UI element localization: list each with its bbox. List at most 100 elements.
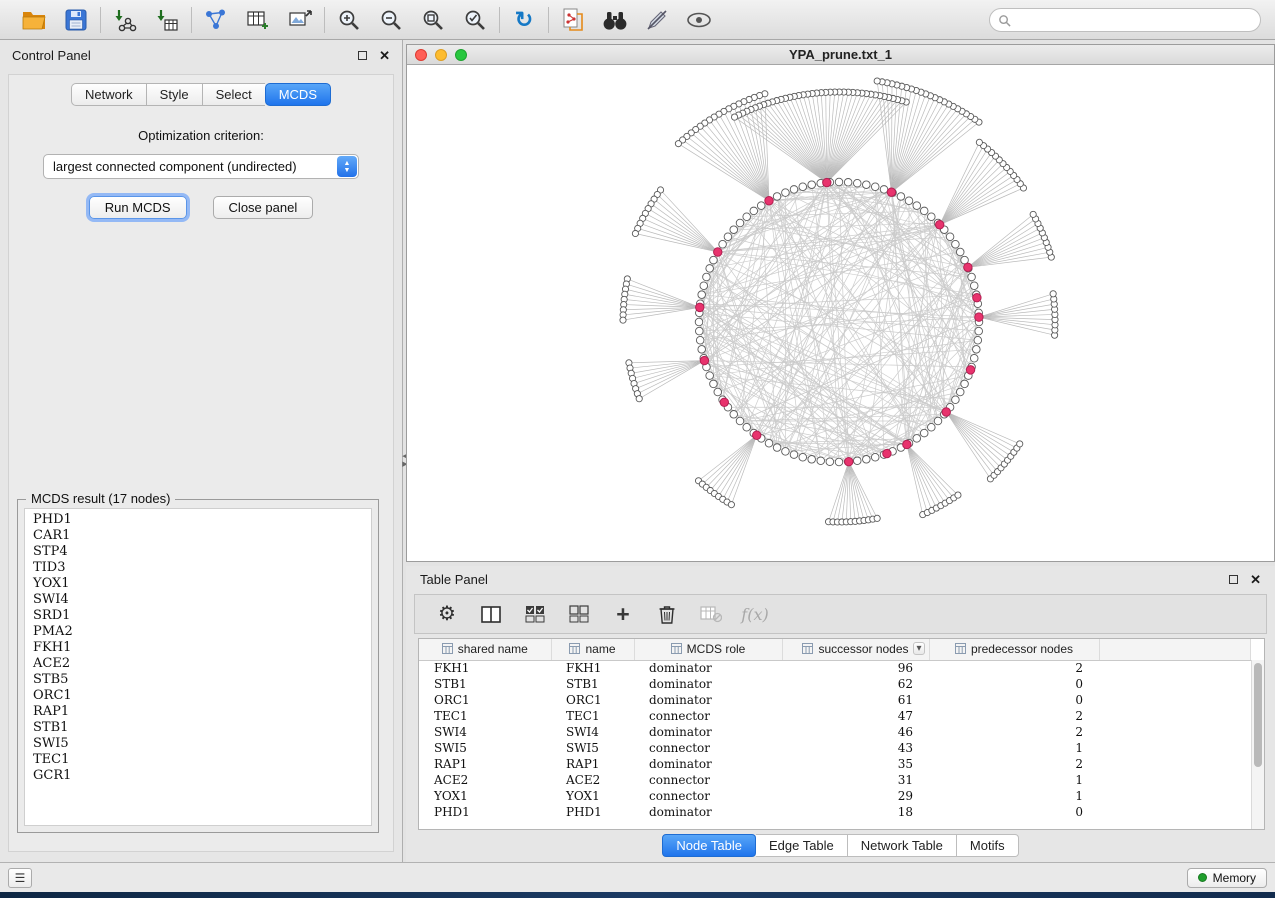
save-session-icon[interactable] bbox=[62, 6, 90, 34]
tab-select[interactable]: Select bbox=[202, 83, 265, 106]
zoom-in-icon[interactable] bbox=[335, 6, 363, 34]
table-row[interactable]: PHD1PHD1dominator180 bbox=[419, 804, 1251, 820]
right-region: ◀▶ YPA_prune.txt_1 Table Panel ✕ ⚙ bbox=[406, 40, 1275, 862]
mcds-result-item[interactable]: CAR1 bbox=[33, 528, 371, 544]
mcds-result-item[interactable]: YOX1 bbox=[33, 576, 371, 592]
scrollbar-thumb[interactable] bbox=[1254, 663, 1262, 767]
table-toolbar: ⚙ + f(x) bbox=[414, 594, 1267, 634]
status-menu-icon[interactable]: ☰ bbox=[8, 868, 32, 888]
annotation-pencil-icon[interactable] bbox=[643, 6, 671, 34]
mcds-result-item[interactable]: STB5 bbox=[33, 672, 371, 688]
column-header-name[interactable]: name bbox=[551, 639, 634, 660]
tab-motifs[interactable]: Motifs bbox=[957, 834, 1019, 857]
mcds-tab-content: NetworkStyleSelectMCDS Optimization crit… bbox=[8, 74, 394, 852]
table-row[interactable]: SWI5SWI5connector431 bbox=[419, 740, 1251, 756]
memory-label: Memory bbox=[1213, 871, 1256, 885]
table-row[interactable]: FKH1FKH1dominator962 bbox=[419, 660, 1251, 676]
mcds-result-item[interactable]: RAP1 bbox=[33, 704, 371, 720]
mcds-result-item[interactable]: GCR1 bbox=[33, 768, 371, 784]
mcds-result-item[interactable]: TEC1 bbox=[33, 752, 371, 768]
float-table-panel-icon[interactable] bbox=[1229, 575, 1238, 584]
zoom-selected-icon[interactable] bbox=[461, 6, 489, 34]
network-window-titlebar[interactable]: YPA_prune.txt_1 bbox=[407, 45, 1274, 65]
close-panel-icon[interactable]: ✕ bbox=[379, 49, 390, 62]
desktop-background bbox=[0, 892, 1275, 898]
network-window-title: YPA_prune.txt_1 bbox=[407, 47, 1274, 62]
network-canvas[interactable] bbox=[407, 65, 1274, 561]
column-header-successor-nodes[interactable]: successor nodes▾ bbox=[782, 639, 929, 660]
toolbar-search bbox=[989, 8, 1261, 32]
mcds-result-list[interactable]: PHD1CAR1STP4TID3YOX1SWI4SRD1PMA2FKH1ACE2… bbox=[24, 508, 372, 826]
delete-table-icon-disabled bbox=[699, 602, 723, 626]
criterion-dropdown-value: largest connected component (undirected) bbox=[53, 159, 297, 174]
table-row[interactable]: TEC1TEC1connector472 bbox=[419, 708, 1251, 724]
memory-status-dot bbox=[1198, 873, 1207, 882]
export-image-icon[interactable] bbox=[286, 6, 314, 34]
delete-column-trash-icon[interactable] bbox=[655, 602, 679, 626]
optimization-criterion-label: Optimization criterion: bbox=[9, 128, 393, 143]
cytoscape-window: ↻ Control Panel ✕ bbox=[0, 0, 1275, 898]
mcds-result-item[interactable]: FKH1 bbox=[33, 640, 371, 656]
tab-mcds[interactable]: MCDS bbox=[265, 83, 331, 106]
table-row[interactable]: SWI4SWI4dominator462 bbox=[419, 724, 1251, 740]
add-column-icon[interactable]: + bbox=[611, 602, 635, 626]
table-type-tabs: Node TableEdge TableNetwork TableMotifs bbox=[406, 834, 1275, 857]
tab-edge-table[interactable]: Edge Table bbox=[756, 834, 848, 857]
new-table-icon[interactable] bbox=[244, 6, 272, 34]
mcds-result-item[interactable]: STB1 bbox=[33, 720, 371, 736]
dropdown-stepper-icon: ▲▼ bbox=[337, 156, 357, 177]
import-network-icon[interactable] bbox=[111, 6, 139, 34]
table-header-row: shared namenameMCDS rolesuccessor nodes▾… bbox=[419, 639, 1251, 660]
import-table-icon[interactable] bbox=[153, 6, 181, 34]
criterion-dropdown[interactable]: largest connected component (undirected)… bbox=[43, 154, 359, 179]
zoom-fit-icon[interactable] bbox=[419, 6, 447, 34]
search-icon bbox=[998, 14, 1011, 27]
mcds-result-item[interactable]: ACE2 bbox=[33, 656, 371, 672]
control-panel-tabs: NetworkStyleSelectMCDS bbox=[9, 83, 393, 106]
table-scrollbar[interactable] bbox=[1251, 660, 1264, 829]
table-row[interactable]: YOX1YOX1connector291 bbox=[419, 788, 1251, 804]
table-panel-title: Table Panel bbox=[420, 572, 488, 587]
column-header-predecessor-nodes[interactable]: predecessor nodes bbox=[929, 639, 1099, 660]
table-row[interactable]: STB1STB1dominator620 bbox=[419, 676, 1251, 692]
tab-network[interactable]: Network bbox=[71, 83, 146, 106]
show-hide-eye-icon[interactable] bbox=[685, 6, 713, 34]
column-dropdown-icon[interactable]: ▾ bbox=[913, 642, 924, 655]
show-columns-icon[interactable] bbox=[479, 602, 503, 626]
tab-node-table[interactable]: Node Table bbox=[662, 834, 756, 857]
new-network-icon[interactable] bbox=[202, 6, 230, 34]
table-row[interactable]: RAP1RAP1dominator352 bbox=[419, 756, 1251, 772]
select-all-rows-icon[interactable] bbox=[523, 602, 547, 626]
mcds-result-item[interactable]: ORC1 bbox=[33, 688, 371, 704]
close-panel-button[interactable]: Close panel bbox=[213, 196, 314, 219]
mcds-result-item[interactable]: SRD1 bbox=[33, 608, 371, 624]
column-header-shared-name[interactable]: shared name bbox=[419, 639, 551, 660]
mcds-result-item[interactable]: SWI5 bbox=[33, 736, 371, 752]
status-bar: ☰ Memory bbox=[0, 862, 1275, 892]
zoom-out-icon[interactable] bbox=[377, 6, 405, 34]
mcds-result-item[interactable]: PMA2 bbox=[33, 624, 371, 640]
tab-style[interactable]: Style bbox=[146, 83, 202, 106]
column-header-MCDS-role[interactable]: MCDS role bbox=[634, 639, 782, 660]
refresh-layout-icon[interactable]: ↻ bbox=[510, 6, 538, 34]
search-input[interactable] bbox=[1011, 10, 1260, 30]
mcds-result-item[interactable]: TID3 bbox=[33, 560, 371, 576]
open-file-icon[interactable] bbox=[20, 6, 48, 34]
tab-network-table[interactable]: Network Table bbox=[848, 834, 957, 857]
run-mcds-button[interactable]: Run MCDS bbox=[89, 196, 187, 219]
control-panel: Control Panel ✕ NetworkStyleSelectMCDS O… bbox=[0, 40, 403, 862]
export-document-icon[interactable] bbox=[559, 6, 587, 34]
main-toolbar: ↻ bbox=[0, 0, 1275, 40]
table-settings-gear-icon[interactable]: ⚙ bbox=[435, 602, 459, 626]
memory-button[interactable]: Memory bbox=[1187, 868, 1267, 888]
table-row[interactable]: ACE2ACE2connector311 bbox=[419, 772, 1251, 788]
table-row[interactable]: ORC1ORC1dominator610 bbox=[419, 692, 1251, 708]
float-panel-icon[interactable] bbox=[358, 51, 367, 60]
mcds-result-item[interactable]: SWI4 bbox=[33, 592, 371, 608]
mcds-result-item[interactable]: PHD1 bbox=[33, 512, 371, 528]
deselect-all-rows-icon[interactable] bbox=[567, 602, 591, 626]
close-table-panel-icon[interactable]: ✕ bbox=[1250, 573, 1261, 586]
search-binoculars-icon[interactable] bbox=[601, 6, 629, 34]
function-builder-icon-disabled: f(x) bbox=[743, 602, 767, 626]
mcds-result-item[interactable]: STP4 bbox=[33, 544, 371, 560]
